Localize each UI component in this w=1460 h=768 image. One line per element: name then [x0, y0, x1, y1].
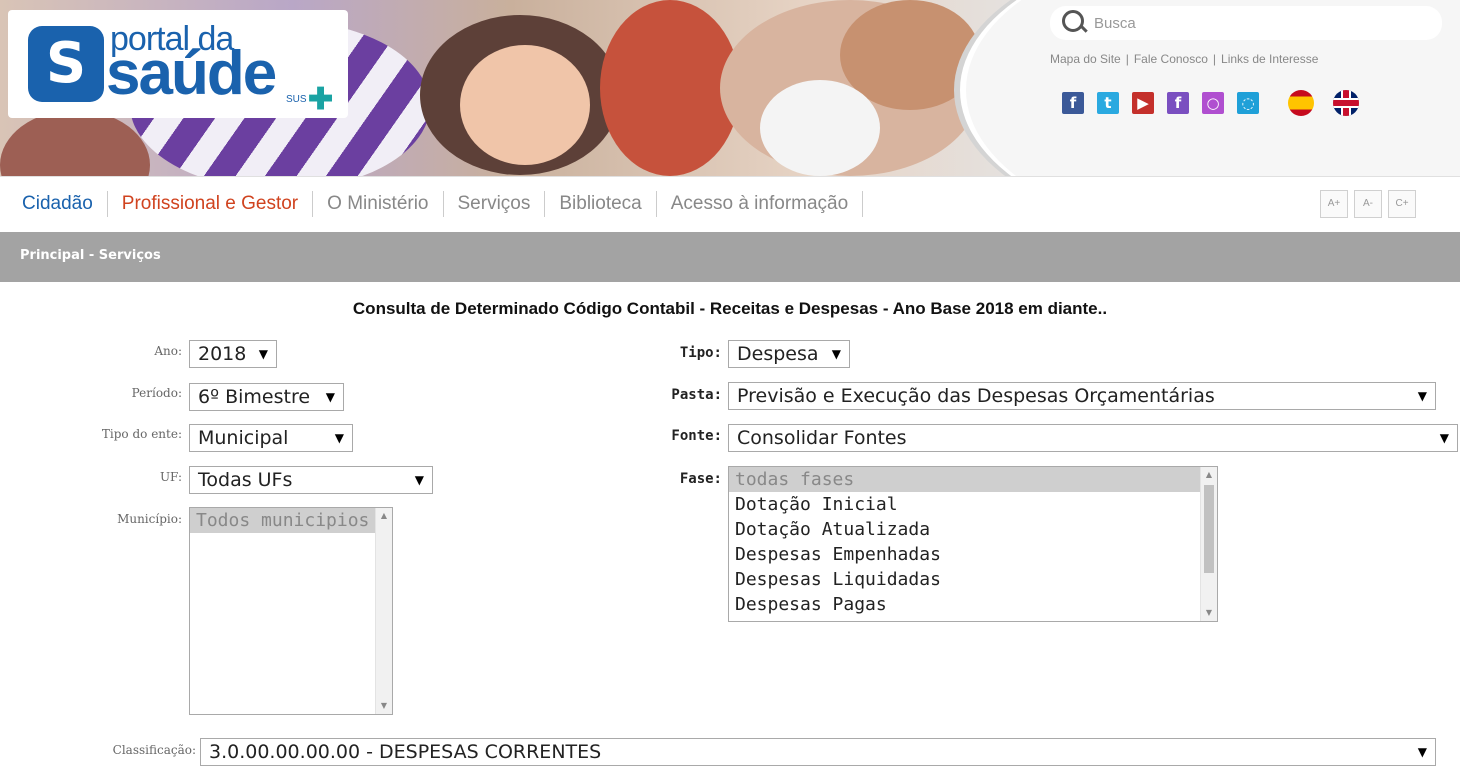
scroll-down-icon[interactable]: ▼ — [376, 698, 392, 714]
facebook-icon[interactable]: f — [1062, 92, 1084, 114]
tipo-ente-label: Tipo do ente: — [101, 427, 182, 441]
ano-value: 2018 — [198, 343, 247, 365]
fase-option-liquidadas[interactable]: Despesas Liquidadas — [729, 567, 1217, 592]
tipo-value: Despesa — [737, 343, 819, 365]
uf-select[interactable]: Todas UFs ▼ — [189, 466, 433, 494]
fase-option-empenhadas[interactable]: Despesas Empenhadas — [729, 542, 1217, 567]
main-nav: Cidadão Profissional e Gestor O Ministér… — [0, 176, 1460, 233]
classificacao-value: 3.0.00.00.00.00 - DESPESAS CORRENTES — [209, 741, 602, 763]
banner-photo — [600, 0, 740, 176]
classificacao-select[interactable]: 3.0.00.00.00.00 - DESPESAS CORRENTES ▼ — [200, 738, 1436, 766]
scroll-thumb[interactable] — [1204, 485, 1214, 573]
fase-scrollbar[interactable]: ▲ ▼ — [1200, 467, 1217, 621]
dropdown-arrow-icon: ▼ — [1417, 389, 1427, 403]
tipo-ente-value: Municipal — [198, 427, 289, 449]
link-contact[interactable]: Fale Conosco — [1134, 52, 1208, 66]
page-title: Consulta de Determinado Código Contabil … — [352, 299, 1108, 318]
top-links: Mapa do Site | Fale Conosco | Links de Inter… — [1050, 52, 1319, 66]
link-interest[interactable]: Links de Interesse — [1221, 52, 1318, 66]
instagram-icon[interactable]: ○ — [1202, 92, 1224, 114]
dropdown-arrow-icon: ▼ — [1417, 745, 1427, 759]
periodo-select[interactable]: 6º Bimestre ▼ — [189, 383, 344, 411]
pasta-label: Pasta: — [671, 387, 722, 403]
municipio-listbox[interactable]: Todos municipios ▲ ▼ — [189, 507, 393, 715]
youtube-icon[interactable]: ▶ — [1132, 92, 1154, 114]
ano-label: Ano: — [154, 344, 182, 358]
periodo-value: 6º Bimestre — [198, 386, 311, 408]
dropdown-arrow-icon: ▼ — [334, 431, 344, 445]
flickr-icon[interactable]: f — [1167, 92, 1189, 114]
fase-label: Fase: — [679, 471, 722, 487]
search-icon[interactable] — [1062, 10, 1084, 32]
twitter-icon[interactable]: t — [1097, 92, 1119, 114]
font-size-controls: A+ A- C+ — [1320, 190, 1416, 218]
social-icons: f t ▶ f ○ ◌ — [1062, 90, 1359, 116]
plus-icon: ✚ — [308, 83, 334, 116]
pasta-value: Previsão e Execução das Despesas Orçamen… — [737, 385, 1215, 407]
scroll-down-icon[interactable]: ▼ — [1201, 605, 1217, 621]
tipo-label: Tipo: — [679, 345, 722, 361]
dropdown-arrow-icon: ▼ — [414, 473, 424, 487]
search-box — [1050, 6, 1442, 40]
uf-label: UF: — [159, 470, 182, 484]
header-banner: S portal da saúde SUS ✚ Mapa do Site|Fal… — [0, 0, 1460, 176]
dropdown-arrow-icon: ▼ — [325, 390, 335, 404]
font-decrease-button[interactable]: A- — [1354, 190, 1382, 218]
ano-select[interactable]: 2018 ▼ — [189, 340, 277, 368]
dropdown-arrow-icon: ▼ — [258, 347, 268, 361]
english-flag-icon[interactable] — [1333, 90, 1359, 116]
dropdown-arrow-icon: ▼ — [1439, 431, 1449, 445]
periodo-label: Período: — [131, 386, 182, 400]
dropdown-arrow-icon: ▼ — [831, 347, 841, 361]
scroll-up-icon[interactable]: ▲ — [376, 508, 392, 524]
uf-value: Todas UFs — [198, 469, 293, 491]
banner-photo — [760, 80, 880, 176]
municipio-label: Município: — [117, 512, 182, 526]
logo-s-icon: S — [28, 26, 104, 102]
tipo-select[interactable]: Despesa ▼ — [728, 340, 850, 368]
site-logo[interactable]: S portal da saúde SUS ✚ — [8, 10, 348, 118]
banner-photo — [460, 45, 590, 165]
fase-option-pagas[interactable]: Despesas Pagas — [729, 592, 1217, 617]
search-input[interactable] — [1092, 10, 1426, 36]
nav-profissional-gestor[interactable]: Profissional e Gestor — [108, 191, 314, 217]
fase-option-dotacao-inicial[interactable]: Dotação Inicial — [729, 492, 1217, 517]
font-increase-button[interactable]: A+ — [1320, 190, 1348, 218]
fase-listbox[interactable]: todas fases Dotação Inicial Dotação Atua… — [728, 466, 1218, 622]
fonte-value: Consolidar Fontes — [737, 427, 907, 449]
tipo-ente-select[interactable]: Municipal ▼ — [189, 424, 353, 452]
classificacao-label: Classificação: — [112, 743, 196, 757]
logo-sus-text: SUS — [286, 94, 307, 105]
scroll-up-icon[interactable]: ▲ — [1201, 467, 1217, 483]
contrast-button[interactable]: C+ — [1388, 190, 1416, 218]
link-site-map[interactable]: Mapa do Site — [1050, 52, 1121, 66]
banner-photo — [0, 110, 150, 176]
nav-ministerio[interactable]: O Ministério — [313, 191, 444, 217]
logo-saude-text: saúde — [106, 39, 277, 108]
chat-icon[interactable]: ◌ — [1237, 92, 1259, 114]
pasta-select[interactable]: Previsão e Execução das Despesas Orçamen… — [728, 382, 1436, 410]
fonte-label: Fonte: — [671, 428, 722, 444]
fonte-select[interactable]: Consolidar Fontes ▼ — [728, 424, 1458, 452]
fase-option-dotacao-atualizada[interactable]: Dotação Atualizada — [729, 517, 1217, 542]
municipio-scrollbar[interactable]: ▲ ▼ — [375, 508, 392, 714]
nav-servicos[interactable]: Serviços — [444, 191, 546, 217]
breadcrumb: Principal - Serviços — [20, 248, 161, 263]
breadcrumb-bar: Principal - Serviços — [0, 232, 1460, 282]
nav-biblioteca[interactable]: Biblioteca — [545, 191, 657, 217]
municipio-option[interactable]: Todos municipios — [190, 508, 392, 533]
spanish-flag-icon[interactable] — [1288, 90, 1314, 116]
nav-cidadao[interactable]: Cidadão — [22, 191, 108, 217]
nav-acesso-informacao[interactable]: Acesso à informação — [657, 191, 864, 217]
fase-option-todas[interactable]: todas fases — [729, 467, 1217, 492]
